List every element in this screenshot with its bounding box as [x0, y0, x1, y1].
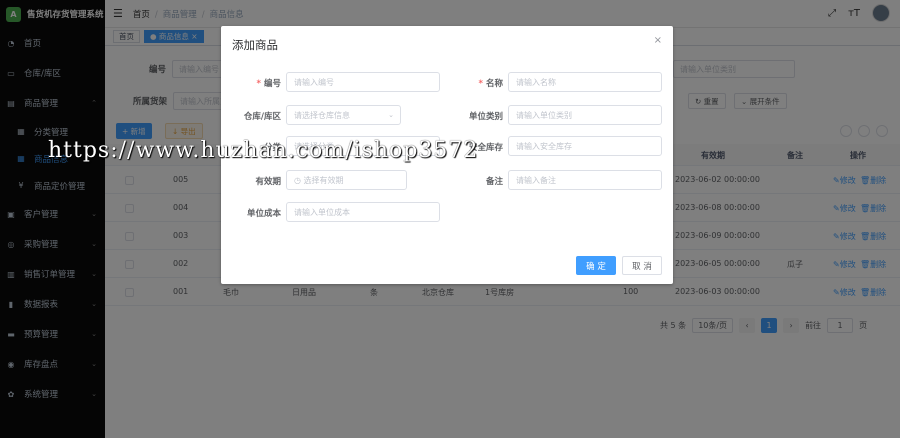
- expiry-label: 有效期: [255, 177, 281, 187]
- cost-label: 单位成本: [246, 209, 281, 219]
- code-input[interactable]: 请输入编号: [286, 72, 440, 92]
- cost-input[interactable]: 请输入单位成本: [286, 202, 440, 222]
- safety-stock-input[interactable]: 请输入安全库存: [508, 136, 662, 156]
- unit-label: 单位类别: [468, 112, 503, 122]
- chevron-down-icon: ⌄: [388, 111, 394, 119]
- cancel-button[interactable]: 取 消: [622, 256, 662, 275]
- warehouse-select[interactable]: 请选择仓库信息 ⌄: [286, 105, 401, 125]
- unit-input[interactable]: 请输入单位类别: [508, 105, 662, 125]
- remark-input[interactable]: 请输入备注: [508, 170, 662, 190]
- confirm-button[interactable]: 确 定: [576, 256, 616, 275]
- expiry-date-picker[interactable]: ◷ 选择有效期: [286, 170, 407, 190]
- remark-label: 备注: [485, 177, 503, 187]
- name-input[interactable]: 请输入名称: [508, 72, 662, 92]
- warehouse-label: 仓库/库区: [243, 112, 281, 122]
- code-label: * 编号: [256, 79, 281, 89]
- close-icon[interactable]: ×: [654, 35, 662, 46]
- watermark-text: https://www.huzhan.com/ishop3572: [48, 138, 479, 163]
- warehouse-select-placeholder: 请选择仓库信息: [294, 110, 350, 120]
- dialog-title: 添加商品: [232, 38, 278, 52]
- name-label: * 名称: [478, 79, 503, 89]
